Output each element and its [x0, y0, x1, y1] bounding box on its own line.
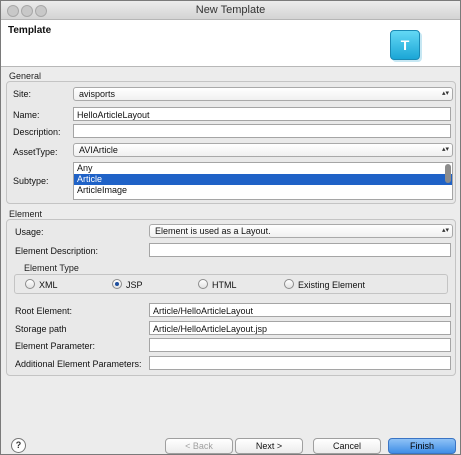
page-title: Template [8, 25, 52, 36]
root-element-field[interactable]: Article/HelloArticleLayout [149, 303, 451, 317]
title-bar: New Template [1, 1, 460, 20]
template-icon: T [390, 30, 420, 60]
description-field[interactable] [73, 124, 451, 138]
usage-select[interactable]: Element is used as a Layout. ▴▾ [149, 224, 453, 238]
subtype-list[interactable]: Any Article ArticleImage [73, 162, 453, 200]
assettype-select[interactable]: AVIArticle ▴▾ [73, 143, 453, 157]
element-parameter-label: Element Parameter: [15, 341, 96, 351]
subtype-label: Subtype: [13, 176, 49, 186]
html-radio[interactable] [198, 279, 208, 289]
list-item[interactable]: ArticleImage [74, 185, 452, 196]
wizard-header: Template T [1, 20, 460, 67]
updown-arrows-icon: ▴▾ [441, 146, 449, 153]
usage-select-value: Element is used as a Layout. [155, 226, 271, 236]
updown-arrows-icon: ▴▾ [441, 227, 449, 234]
list-item-selected[interactable]: Article [74, 174, 452, 185]
existing-element-radio[interactable] [284, 279, 294, 289]
new-template-dialog: New Template Template T General Site: av… [0, 0, 461, 455]
site-label: Site: [13, 89, 32, 99]
jsp-radio[interactable] [112, 279, 122, 289]
element-type-title: Element Type [24, 263, 79, 273]
name-label: Name: [13, 110, 40, 120]
usage-label: Usage: [15, 227, 44, 237]
xml-radio-label: XML [39, 280, 58, 290]
assettype-label: AssetType: [13, 147, 58, 157]
general-group-title: General [9, 71, 42, 81]
window-title: New Template [195, 4, 266, 16]
additional-parameters-field[interactable] [149, 356, 451, 370]
assettype-select-value: AVIArticle [79, 145, 118, 155]
root-element-label: Root Element: [15, 306, 73, 316]
description-label: Description: [13, 127, 61, 137]
name-field[interactable]: HelloArticleLayout [73, 107, 451, 121]
storage-path-field[interactable]: Article/HelloArticleLayout.jsp [149, 321, 451, 335]
jsp-radio-label: JSP [126, 280, 143, 290]
site-select-value: avisports [79, 89, 116, 99]
storage-path-label: Storage path [15, 324, 67, 334]
cancel-button[interactable]: Cancel [313, 438, 381, 454]
element-description-field[interactable] [149, 243, 451, 257]
html-radio-label: HTML [212, 280, 237, 290]
xml-radio[interactable] [25, 279, 35, 289]
updown-arrows-icon: ▴▾ [441, 90, 449, 97]
additional-parameters-label: Additional Element Parameters: [15, 359, 142, 369]
finish-button[interactable]: Finish [388, 438, 456, 454]
back-button[interactable]: < Back [165, 438, 233, 454]
site-select[interactable]: avisports ▴▾ [73, 87, 453, 101]
list-item[interactable]: Any [74, 163, 452, 174]
next-button[interactable]: Next > [235, 438, 303, 454]
help-icon[interactable]: ? [11, 438, 26, 453]
existing-element-radio-label: Existing Element [298, 280, 366, 290]
vertical-scrollbar[interactable] [445, 164, 451, 183]
element-group-title: Element [9, 209, 43, 219]
element-parameter-field[interactable] [149, 338, 451, 352]
element-description-label: Element Description: [15, 246, 99, 256]
